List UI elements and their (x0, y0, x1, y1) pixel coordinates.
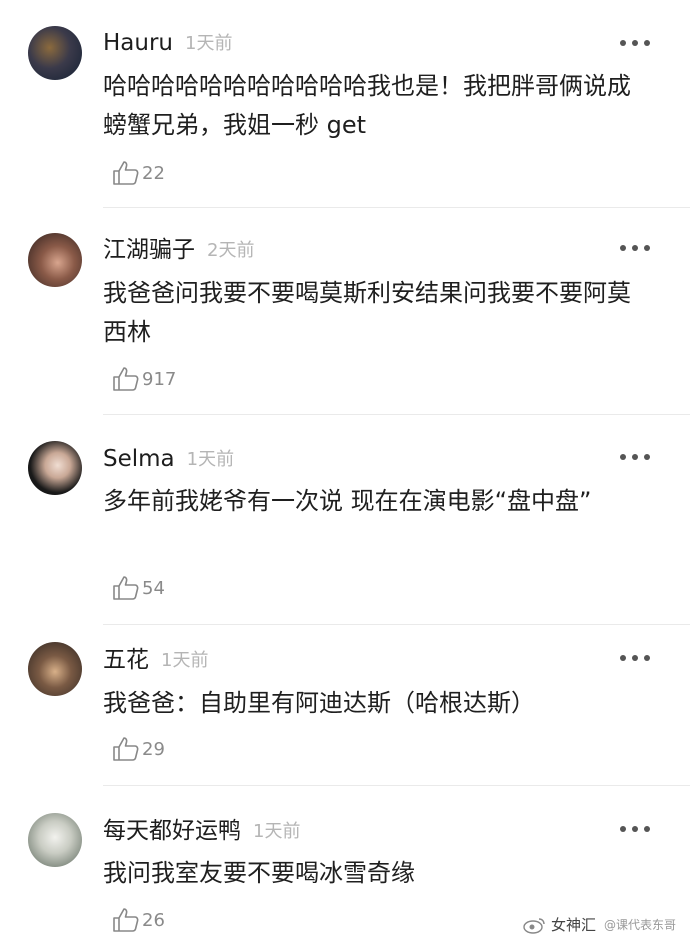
avatar[interactable] (28, 642, 82, 696)
like-button[interactable]: 26 (112, 907, 165, 933)
more-options-icon[interactable] (620, 452, 650, 462)
avatar[interactable] (28, 441, 82, 495)
divider (103, 414, 690, 415)
more-options-icon[interactable] (620, 243, 650, 253)
avatar[interactable] (28, 813, 82, 867)
like-button[interactable]: 54 (112, 575, 165, 601)
divider (103, 785, 690, 786)
thumbs-up-icon (113, 576, 139, 600)
watermark: 女神汇 @课代表东哥 (523, 914, 676, 935)
divider (103, 207, 690, 208)
divider (103, 624, 690, 625)
thumbs-up-icon (113, 367, 139, 391)
comment-author[interactable]: 江湖骗子 2天前 (103, 236, 254, 265)
comment-text: 哈哈哈哈哈哈哈哈哈哈哈我也是！我把胖哥俩说成螃蟹兄弟，我姐一秒 get (103, 72, 631, 139)
like-count: 29 (142, 738, 165, 760)
comment-author[interactable]: 五花 1天前 (103, 646, 208, 675)
comment-author[interactable]: 每天都好运鸭 1天前 (103, 817, 300, 846)
comment-time: 1天前 (161, 650, 209, 671)
avatar[interactable] (28, 26, 82, 80)
like-count: 917 (142, 368, 177, 390)
like-count: 26 (142, 909, 165, 931)
comment-text: 我爸爸：自助里有阿迪达斯（哈根达斯） (103, 689, 535, 717)
comment-author[interactable]: Hauru 1天前 (103, 29, 232, 58)
comment-text: 我爸爸问我要不要喝莫斯利安结果问我要不要阿莫西林 (103, 279, 631, 346)
like-button[interactable]: 29 (112, 736, 165, 762)
avatar[interactable] (28, 233, 82, 287)
comment-time: 2天前 (207, 240, 255, 261)
like-button[interactable]: 917 (112, 366, 176, 392)
like-count: 22 (142, 162, 165, 184)
comment-time: 1天前 (253, 821, 301, 842)
comment-time: 1天前 (185, 33, 233, 54)
more-options-icon[interactable] (620, 653, 650, 663)
comment-author[interactable]: Selma 1天前 (103, 445, 234, 474)
more-options-icon[interactable] (620, 38, 650, 48)
like-button[interactable]: 22 (112, 160, 165, 186)
watermark-label: 女神汇 (550, 916, 596, 934)
thumbs-up-icon (113, 908, 139, 932)
thumbs-up-icon (113, 737, 139, 761)
comment-time: 1天前 (186, 449, 235, 470)
more-options-icon[interactable] (620, 824, 650, 834)
watermark-sub: @课代表东哥 (603, 918, 676, 932)
weibo-logo-icon (523, 917, 545, 934)
like-count: 54 (142, 577, 165, 599)
comment-text: 我问我室友要不要喝冰雪奇缘 (103, 859, 415, 887)
comment-text: 多年前我姥爷有一次说 现在在演电影“盘中盘” (103, 487, 592, 515)
thumbs-up-icon (113, 161, 139, 185)
